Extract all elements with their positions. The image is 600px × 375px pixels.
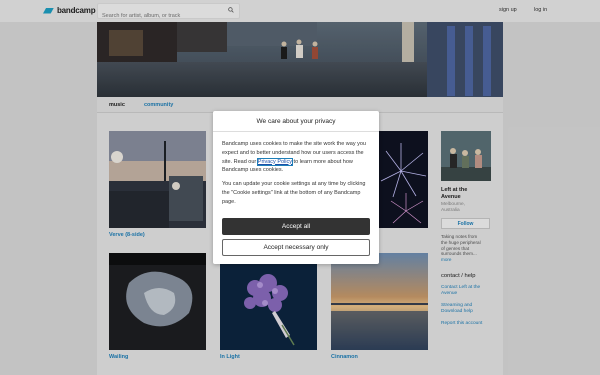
privacy-policy-link[interactable]: Privacy Policy	[256, 157, 294, 166]
dialog-title: We care about your privacy	[213, 111, 379, 132]
cookie-settings-paragraph: You can update your cookie settings at a…	[222, 181, 366, 205]
dialog-body: Bandcamp uses cookies to make the site w…	[213, 132, 379, 207]
cookie-paragraph: Bandcamp uses cookies to make the site w…	[222, 140, 370, 175]
accept-necessary-button[interactable]: Accept necessary only	[222, 239, 370, 256]
accept-all-button[interactable]: Accept all	[222, 218, 370, 235]
cookie-consent-dialog: We care about your privacy Bandcamp uses…	[213, 111, 379, 264]
